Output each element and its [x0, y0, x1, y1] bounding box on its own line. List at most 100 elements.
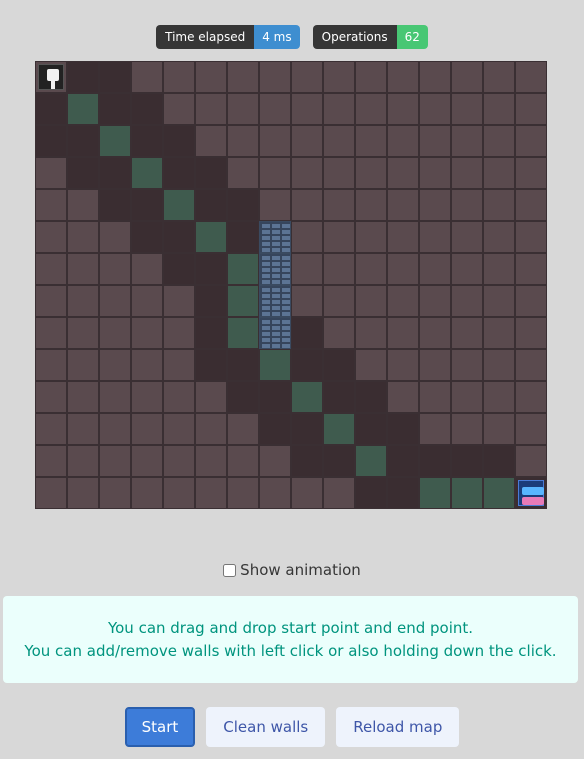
- grid-cell-empty[interactable]: [355, 125, 387, 157]
- grid-cell-empty[interactable]: [67, 221, 99, 253]
- grid-cell-empty[interactable]: [35, 157, 67, 189]
- grid-cell-path[interactable]: [259, 349, 291, 381]
- grid-cell-empty[interactable]: [259, 445, 291, 477]
- grid-cell-path[interactable]: [483, 477, 515, 509]
- grid-cell-empty[interactable]: [195, 445, 227, 477]
- grid-cell-empty[interactable]: [99, 253, 131, 285]
- grid-cell-empty[interactable]: [259, 125, 291, 157]
- grid-cell-empty[interactable]: [419, 349, 451, 381]
- grid-cell-visited[interactable]: [291, 317, 323, 349]
- grid-cell-empty[interactable]: [355, 157, 387, 189]
- grid-cell-empty[interactable]: [387, 381, 419, 413]
- grid-cell-visited[interactable]: [99, 61, 131, 93]
- grid-cell-empty[interactable]: [67, 477, 99, 509]
- grid-cell-empty[interactable]: [515, 93, 547, 125]
- grid-cell-empty[interactable]: [291, 125, 323, 157]
- grid-cell-empty[interactable]: [483, 381, 515, 413]
- grid-cell-path[interactable]: [195, 221, 227, 253]
- grid-cell-visited[interactable]: [35, 93, 67, 125]
- grid-cell-empty[interactable]: [515, 253, 547, 285]
- grid-cell-visited[interactable]: [291, 445, 323, 477]
- grid-cell-empty[interactable]: [291, 61, 323, 93]
- grid-cell-empty[interactable]: [99, 477, 131, 509]
- grid-cell-empty[interactable]: [35, 317, 67, 349]
- grid-cell-empty[interactable]: [131, 413, 163, 445]
- grid-cell-empty[interactable]: [163, 349, 195, 381]
- start-button[interactable]: Start: [124, 707, 196, 747]
- grid-cell-visited[interactable]: [291, 413, 323, 445]
- grid-cell-empty[interactable]: [515, 285, 547, 317]
- grid-cell-empty[interactable]: [291, 93, 323, 125]
- grid-cell-empty[interactable]: [419, 61, 451, 93]
- grid-cell-empty[interactable]: [99, 445, 131, 477]
- grid-cell-empty[interactable]: [131, 317, 163, 349]
- grid-cell-empty[interactable]: [419, 317, 451, 349]
- grid-cell-empty[interactable]: [451, 285, 483, 317]
- grid-cell-empty[interactable]: [35, 285, 67, 317]
- grid-cell-empty[interactable]: [387, 285, 419, 317]
- grid-cell-empty[interactable]: [515, 61, 547, 93]
- grid-cell-empty[interactable]: [131, 253, 163, 285]
- grid-cell-empty[interactable]: [515, 413, 547, 445]
- grid-cell-empty[interactable]: [259, 157, 291, 189]
- grid-cell-visited[interactable]: [227, 221, 259, 253]
- grid-cell-empty[interactable]: [355, 93, 387, 125]
- grid-cell-empty[interactable]: [323, 189, 355, 221]
- grid-cell-visited[interactable]: [195, 285, 227, 317]
- grid-cell-empty[interactable]: [419, 381, 451, 413]
- grid-cell-empty[interactable]: [291, 253, 323, 285]
- grid-cell-path[interactable]: [99, 125, 131, 157]
- grid-cell-empty[interactable]: [483, 189, 515, 221]
- grid-cell-empty[interactable]: [291, 189, 323, 221]
- grid-cell-visited[interactable]: [291, 349, 323, 381]
- grid-cell-empty[interactable]: [355, 61, 387, 93]
- grid-cell-visited[interactable]: [323, 349, 355, 381]
- grid-cell-empty[interactable]: [515, 157, 547, 189]
- grid-cell-empty[interactable]: [419, 189, 451, 221]
- grid-cell-empty[interactable]: [163, 317, 195, 349]
- grid-cell-visited[interactable]: [163, 253, 195, 285]
- start-point-icon[interactable]: [38, 64, 64, 90]
- grid-cell-empty[interactable]: [451, 125, 483, 157]
- clean-walls-button[interactable]: Clean walls: [206, 707, 326, 747]
- grid-cell-visited[interactable]: [163, 157, 195, 189]
- grid-cell-visited[interactable]: [163, 125, 195, 157]
- grid-cell-empty[interactable]: [259, 93, 291, 125]
- grid-cell-end[interactable]: [515, 477, 547, 509]
- grid-cell-empty[interactable]: [515, 221, 547, 253]
- grid-cell-empty[interactable]: [291, 477, 323, 509]
- reload-map-button[interactable]: Reload map: [336, 707, 460, 747]
- grid-cell-empty[interactable]: [291, 157, 323, 189]
- grid-cell-empty[interactable]: [35, 189, 67, 221]
- show-animation-toggle[interactable]: Show animation: [0, 561, 584, 579]
- grid-cell-empty[interactable]: [35, 349, 67, 381]
- grid-cell-empty[interactable]: [227, 125, 259, 157]
- grid-cell-visited[interactable]: [195, 157, 227, 189]
- grid-cell-empty[interactable]: [131, 445, 163, 477]
- grid-cell-empty[interactable]: [291, 285, 323, 317]
- grid-cell-empty[interactable]: [99, 285, 131, 317]
- grid-cell-empty[interactable]: [163, 413, 195, 445]
- grid-cell-path[interactable]: [227, 285, 259, 317]
- grid-cell-empty[interactable]: [323, 253, 355, 285]
- grid-cell-empty[interactable]: [67, 253, 99, 285]
- grid-cell-empty[interactable]: [387, 157, 419, 189]
- grid-cell-path[interactable]: [291, 381, 323, 413]
- grid-cell-empty[interactable]: [515, 125, 547, 157]
- grid-cell-empty[interactable]: [387, 317, 419, 349]
- grid-cell-empty[interactable]: [35, 445, 67, 477]
- grid-cell-empty[interactable]: [387, 253, 419, 285]
- grid-cell-empty[interactable]: [35, 413, 67, 445]
- grid-cell-empty[interactable]: [67, 317, 99, 349]
- grid-cell-visited[interactable]: [259, 413, 291, 445]
- grid-cell-empty[interactable]: [131, 349, 163, 381]
- grid-cell-empty[interactable]: [67, 445, 99, 477]
- grid-cell-visited[interactable]: [227, 381, 259, 413]
- grid-cell-visited[interactable]: [483, 445, 515, 477]
- grid-cell-wall[interactable]: [259, 221, 291, 253]
- grid-cell-visited[interactable]: [35, 125, 67, 157]
- grid-cell-empty[interactable]: [355, 221, 387, 253]
- grid-cell-visited[interactable]: [323, 381, 355, 413]
- grid-cell-empty[interactable]: [483, 93, 515, 125]
- grid-cell-empty[interactable]: [515, 317, 547, 349]
